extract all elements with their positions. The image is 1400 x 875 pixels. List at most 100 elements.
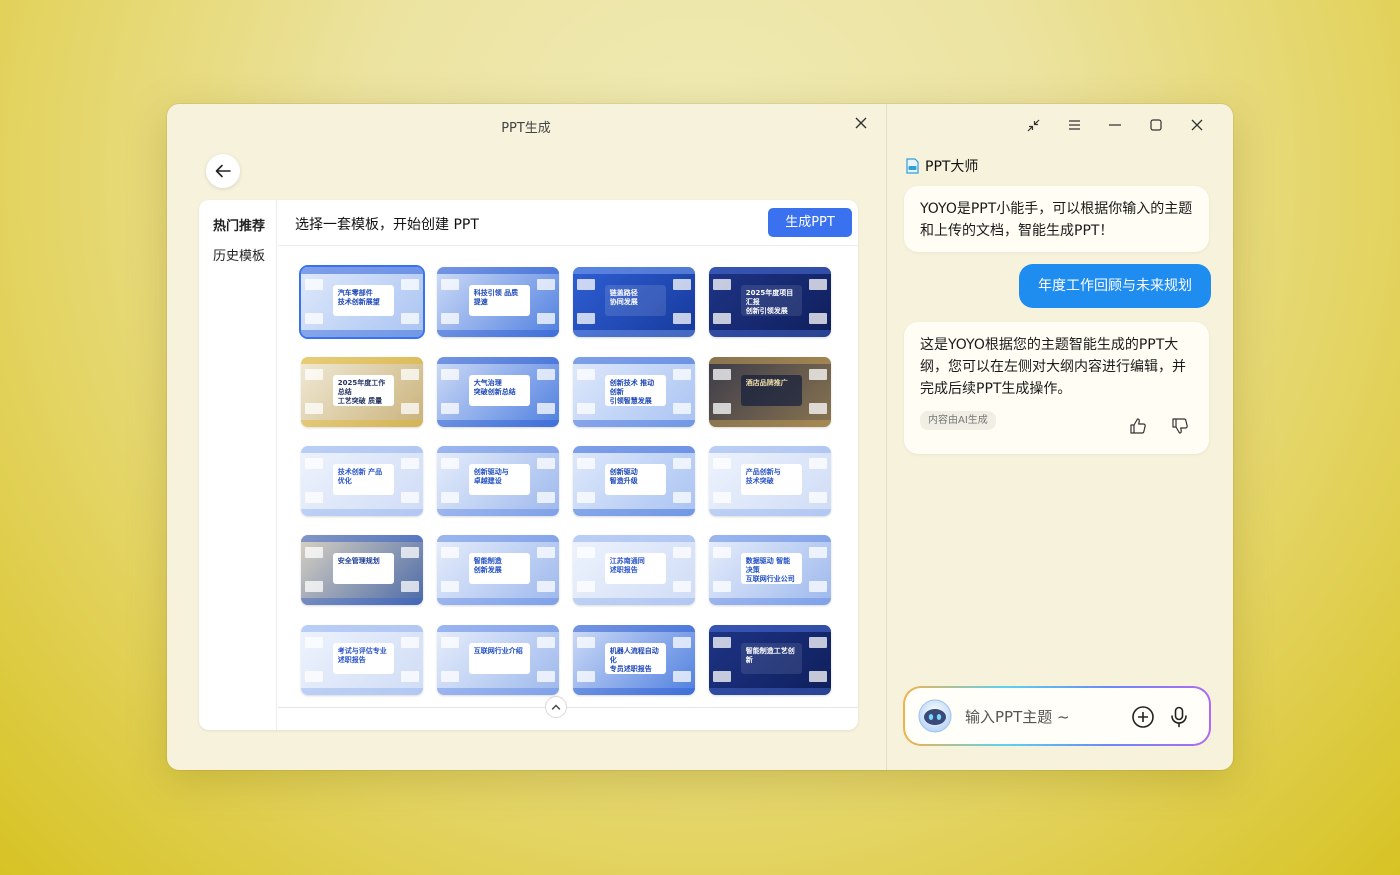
- template-bottom-strip: [301, 688, 423, 695]
- minimize-icon[interactable]: [1106, 116, 1124, 134]
- template-title: 酒店品牌推广: [745, 378, 788, 387]
- template-card[interactable]: 创新技术 推动创新 引领智慧发展: [573, 357, 695, 427]
- voice-input-button[interactable]: [1167, 705, 1191, 729]
- template-title: 智能制造工艺创新: [745, 646, 795, 664]
- thumbs-down-icon[interactable]: [1170, 416, 1190, 436]
- thumbs-up-icon[interactable]: [1128, 416, 1148, 436]
- template-top-strip: [709, 446, 831, 453]
- template-mini-slide: [809, 671, 827, 682]
- template-card[interactable]: 2025年度项目汇报 创新引领发展: [709, 267, 831, 337]
- template-title-card: 链盖路径 协同发展: [604, 284, 666, 316]
- template-mini-slide: [577, 547, 595, 558]
- template-card[interactable]: 江苏南通同 述职报告: [573, 535, 695, 605]
- generate-ppt-button[interactable]: 生成PPT: [768, 208, 852, 237]
- template-top-strip: [301, 625, 423, 632]
- template-mini-slide: [537, 492, 555, 503]
- template-title-card: 大气治理 突破创新总结: [468, 374, 530, 406]
- template-mini-slide: [673, 403, 691, 414]
- template-card[interactable]: 智能制造工艺创新: [709, 625, 831, 695]
- template-card[interactable]: 汽车零部件 技术创新展望: [299, 265, 425, 339]
- menu-icon[interactable]: [1065, 116, 1083, 134]
- chat-input-box: [903, 686, 1211, 746]
- template-bottom-strip: [573, 598, 695, 605]
- collapse-icon[interactable]: [1024, 116, 1042, 134]
- template-mini-slide: [577, 492, 595, 503]
- template-title-card: 数据驱动 智能决策 互联网行业公司: [740, 552, 802, 584]
- template-card[interactable]: 机器人流程自动化 专员述职报告: [573, 625, 695, 695]
- template-bottom-strip: [709, 420, 831, 427]
- template-mini-slide: [305, 581, 323, 592]
- template-top-strip: [573, 625, 695, 632]
- template-card[interactable]: 2025年度工作总结 工艺突破 质量创新: [301, 357, 423, 427]
- template-card[interactable]: 创新驱动 智造升级: [573, 446, 695, 516]
- template-mini-slide: [713, 369, 731, 380]
- template-mini-slide: [673, 671, 691, 682]
- template-title: 智能制造 创新发展: [473, 556, 502, 574]
- template-mini-slide: [673, 637, 691, 648]
- template-mini-slide: [713, 637, 731, 648]
- template-mini-slide: [441, 403, 459, 414]
- template-title-card: 2025年度工作总结 工艺突破 质量创新: [332, 374, 394, 406]
- template-title-card: 智能制造 创新发展: [468, 552, 530, 584]
- template-top-strip: [437, 625, 559, 632]
- template-title-card: 创新驱动与 卓越建设: [468, 463, 530, 495]
- template-card[interactable]: 互联网行业介绍: [437, 625, 559, 695]
- template-bottom-strip: [301, 509, 423, 516]
- template-card[interactable]: 产品创新与 技术突破: [709, 446, 831, 516]
- template-card[interactable]: 技术创新 产品优化: [301, 446, 423, 516]
- template-title-card: 安全管理规划: [332, 552, 394, 584]
- template-header: 选择一套模板，开始创建 PPT 生成PPT: [278, 200, 858, 246]
- arrow-left-icon: [215, 164, 231, 178]
- template-card[interactable]: 大气治理 突破创新总结: [437, 357, 559, 427]
- template-mini-slide: [441, 547, 459, 558]
- template-card[interactable]: 酒店品牌推广: [709, 357, 831, 427]
- template-mini-slide: [673, 492, 691, 503]
- template-card[interactable]: 创新驱动与 卓越建设: [437, 446, 559, 516]
- template-card[interactable]: 科技引领 品质提速: [437, 267, 559, 337]
- add-attachment-button[interactable]: [1131, 705, 1155, 729]
- template-mini-slide: [713, 313, 731, 324]
- template-card[interactable]: 智能制造 创新发展: [437, 535, 559, 605]
- template-bottom-strip: [437, 688, 559, 695]
- template-bottom-strip: [301, 330, 423, 337]
- template-mini-slide: [305, 671, 323, 682]
- template-title: 科技引领 品质提速: [473, 288, 519, 306]
- template-top-strip: [437, 446, 559, 453]
- assistant-pane: PPT大师 YOYO是PPT小能手，可以根据你输入的主题和上传的文档，智能生成P…: [886, 104, 1233, 770]
- app-window: PPT生成 热门推荐 历史模板 选择一套模板，开始创建 PPT 生成PPT 汽车…: [167, 104, 1233, 770]
- template-mini-slide: [401, 369, 419, 380]
- ppt-topic-input[interactable]: [965, 706, 1115, 728]
- sidebar-item-hot[interactable]: 热门推荐: [213, 215, 265, 234]
- template-mini-slide: [673, 547, 691, 558]
- template-top-strip: [437, 267, 559, 274]
- template-mini-slide: [577, 671, 595, 682]
- template-card[interactable]: 链盖路径 协同发展: [573, 267, 695, 337]
- template-mini-slide: [401, 581, 419, 592]
- template-title-card: 江苏南通同 述职报告: [604, 552, 666, 584]
- maximize-icon[interactable]: [1147, 116, 1165, 134]
- template-bottom-strip: [573, 330, 695, 337]
- template-mini-slide: [537, 458, 555, 469]
- template-mini-slide: [537, 547, 555, 558]
- close-icon[interactable]: [853, 116, 869, 132]
- template-title: 汽车零部件 技术创新展望: [337, 288, 380, 306]
- template-mini-slide: [401, 313, 419, 324]
- template-bottom-strip: [573, 509, 695, 516]
- template-bottom-strip: [573, 688, 695, 695]
- template-top-strip: [709, 625, 831, 632]
- template-card[interactable]: 考试与评估专业 述职报告: [301, 625, 423, 695]
- window-title: PPT生成: [501, 121, 551, 136]
- template-title-card: 2025年度项目汇报 创新引领发展: [740, 284, 802, 316]
- template-mini-slide: [441, 458, 459, 469]
- template-mini-slide: [713, 671, 731, 682]
- chevron-up-icon: [551, 704, 561, 710]
- template-mini-slide: [713, 547, 731, 558]
- template-card[interactable]: 安全管理规划: [301, 535, 423, 605]
- back-button[interactable]: [206, 154, 240, 188]
- close-window-icon[interactable]: [1188, 116, 1206, 134]
- template-mini-slide: [809, 458, 827, 469]
- scroll-up-button[interactable]: [545, 696, 567, 718]
- template-card[interactable]: 数据驱动 智能决策 互联网行业公司: [709, 535, 831, 605]
- template-mini-slide: [577, 581, 595, 592]
- sidebar-item-history[interactable]: 历史模板: [213, 245, 265, 264]
